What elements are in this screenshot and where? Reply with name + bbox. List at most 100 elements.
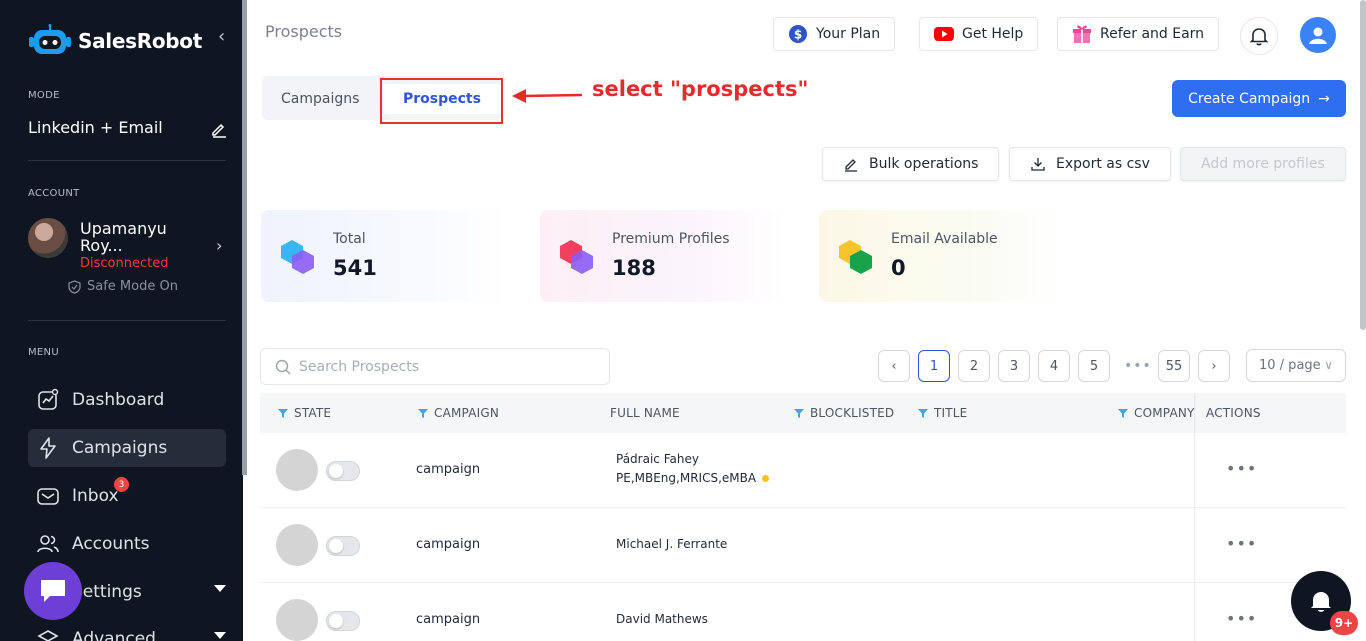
state-toggle[interactable] [326, 611, 360, 631]
row-full-name[interactable]: Pádraic Fahey PE,MBEng,MRICS,eMBA [616, 450, 770, 488]
row-campaign: campaign [416, 462, 481, 477]
caret-down-icon [214, 632, 226, 639]
sidebar-item-label: Campaigns [72, 438, 168, 458]
sidebar-item-label: Inbox [72, 486, 119, 506]
next-page-button[interactable]: › [1198, 350, 1230, 382]
stat-card-total: Total 541 [261, 210, 507, 302]
page-scrollbar[interactable] [1360, 0, 1366, 330]
stat-label: Premium Profiles [612, 231, 730, 247]
prospect-name: Pádraic Fahey [616, 452, 699, 466]
bell-icon [1311, 592, 1331, 612]
filter-icon [794, 408, 804, 418]
user-profile-button[interactable] [1300, 17, 1336, 53]
stat-label: Total [333, 231, 366, 247]
brand-name: SalesRobot [78, 29, 202, 53]
hexagon-yellow-icon [839, 240, 872, 274]
safe-mode-text: Safe Mode On [87, 279, 178, 294]
table-row[interactable]: campaign David Mathews ••• [260, 583, 1346, 641]
column-company[interactable]: COMPANY [1118, 406, 1195, 420]
bell-icon [1250, 28, 1268, 46]
shield-icon [68, 279, 81, 294]
your-plan-button[interactable]: $ Your Plan [773, 17, 896, 51]
column-label: COMPANY [1134, 406, 1195, 420]
account-label: ACCOUNT [28, 188, 80, 199]
page-last-button[interactable]: 55 [1158, 350, 1190, 382]
brand[interactable]: SalesRobot [28, 24, 202, 58]
tab-campaigns[interactable]: Campaigns [281, 84, 359, 114]
page-4-button[interactable]: 4 [1038, 350, 1070, 382]
robot-logo-icon [29, 24, 71, 54]
get-help-button[interactable]: Get Help [919, 17, 1039, 51]
inbox-count-badge: 3 [114, 477, 129, 492]
prospect-avatar [276, 449, 318, 491]
refer-and-earn-button[interactable]: Refer and Earn [1057, 17, 1220, 51]
page-5-button[interactable]: 5 [1078, 350, 1110, 382]
search-icon [275, 359, 291, 375]
bulk-operations-button[interactable]: Bulk operations [822, 147, 1000, 181]
edit-icon[interactable] [210, 120, 228, 138]
state-toggle[interactable] [326, 461, 360, 481]
table-row[interactable]: campaign Michael J. Ferrante ••• [260, 508, 1346, 583]
your-plan-label: Your Plan [816, 26, 881, 42]
column-label: FULL NAME [610, 406, 680, 420]
notifications-bell[interactable] [1240, 17, 1278, 55]
stat-card-email: Email Available 0 [819, 210, 1065, 302]
row-full-name[interactable]: Michael J. Ferrante [616, 535, 727, 554]
export-csv-button[interactable]: Export as csv [1009, 147, 1171, 181]
stat-value: 541 [333, 256, 377, 280]
state-toggle[interactable] [326, 536, 360, 556]
chevron-right-icon[interactable]: › [216, 236, 222, 255]
actions-column-shadow [1194, 393, 1196, 641]
prev-page-button[interactable]: ‹ [878, 350, 910, 382]
app-root: SalesRobot ‹ MODE Linkedin + Email ACCOU… [0, 0, 1366, 641]
row-actions-menu[interactable]: ••• [1226, 459, 1257, 478]
layers-icon [37, 630, 59, 641]
column-full-name[interactable]: FULL NAME [610, 406, 680, 420]
page-3-button[interactable]: 3 [998, 350, 1030, 382]
divider [28, 320, 226, 321]
sidebar-item-label: Settings [72, 582, 142, 602]
sidebar-item-campaigns[interactable]: Campaigns [28, 429, 226, 467]
create-campaign-label: Create Campaign [1188, 90, 1311, 107]
table-row[interactable]: campaign Pádraic Fahey PE,MBEng,MRICS,eM… [260, 433, 1346, 508]
column-label: TITLE [934, 406, 968, 420]
youtube-icon [934, 27, 954, 41]
create-campaign-button[interactable]: Create Campaign → [1172, 80, 1346, 117]
column-label: CAMPAIGN [434, 406, 500, 420]
pagination-ellipsis[interactable]: ••• [1124, 358, 1152, 374]
sidebar-item-inbox[interactable]: Inbox 3 [28, 477, 226, 515]
column-campaign[interactable]: CAMPAIGN [418, 406, 499, 420]
collapse-sidebar-icon[interactable]: ‹ [218, 26, 225, 47]
page-size-select[interactable]: 10 / page ∨ [1246, 349, 1346, 382]
chat-widget-button[interactable] [24, 562, 82, 620]
sidebar-item-label: Advanced [72, 629, 156, 641]
add-more-profiles-button[interactable]: Add more profiles [1180, 147, 1346, 181]
mode-value: Linkedin + Email [28, 118, 163, 137]
column-state[interactable]: STATE [278, 406, 331, 420]
row-full-name[interactable]: David Mathews [616, 610, 708, 629]
page-2-button[interactable]: 2 [958, 350, 990, 382]
search-placeholder: Search Prospects [299, 358, 420, 375]
sidebar-item-dashboard[interactable]: Dashboard [28, 381, 226, 419]
search-input[interactable]: Search Prospects [260, 348, 610, 385]
sidebar-item-advanced[interactable]: Advanced [28, 620, 226, 641]
account-name[interactable]: Upamanyu Roy... [80, 220, 190, 254]
get-help-label: Get Help [962, 26, 1024, 42]
row-actions-menu[interactable]: ••• [1226, 609, 1257, 628]
hexagon-blue-icon [281, 240, 314, 274]
page-size-value: 10 / page [1259, 358, 1321, 373]
hexagon-pink-icon [560, 240, 593, 274]
page-1-button[interactable]: 1 [918, 350, 950, 382]
download-icon [1031, 158, 1045, 171]
row-actions-menu[interactable]: ••• [1226, 534, 1257, 553]
column-label: STATE [294, 406, 332, 420]
bulk-operations-label: Bulk operations [869, 156, 979, 172]
sidebar: SalesRobot ‹ MODE Linkedin + Email ACCOU… [0, 0, 243, 641]
column-blocklisted[interactable]: BLOCKLISTED [794, 406, 894, 420]
chevron-right-icon: › [1211, 358, 1217, 374]
sidebar-item-accounts[interactable]: Accounts [28, 525, 226, 563]
chevron-left-icon: ‹ [891, 358, 897, 374]
column-title[interactable]: TITLE [918, 406, 967, 420]
refer-label: Refer and Earn [1100, 26, 1205, 42]
sidebar-scrollbar[interactable] [242, 0, 247, 475]
